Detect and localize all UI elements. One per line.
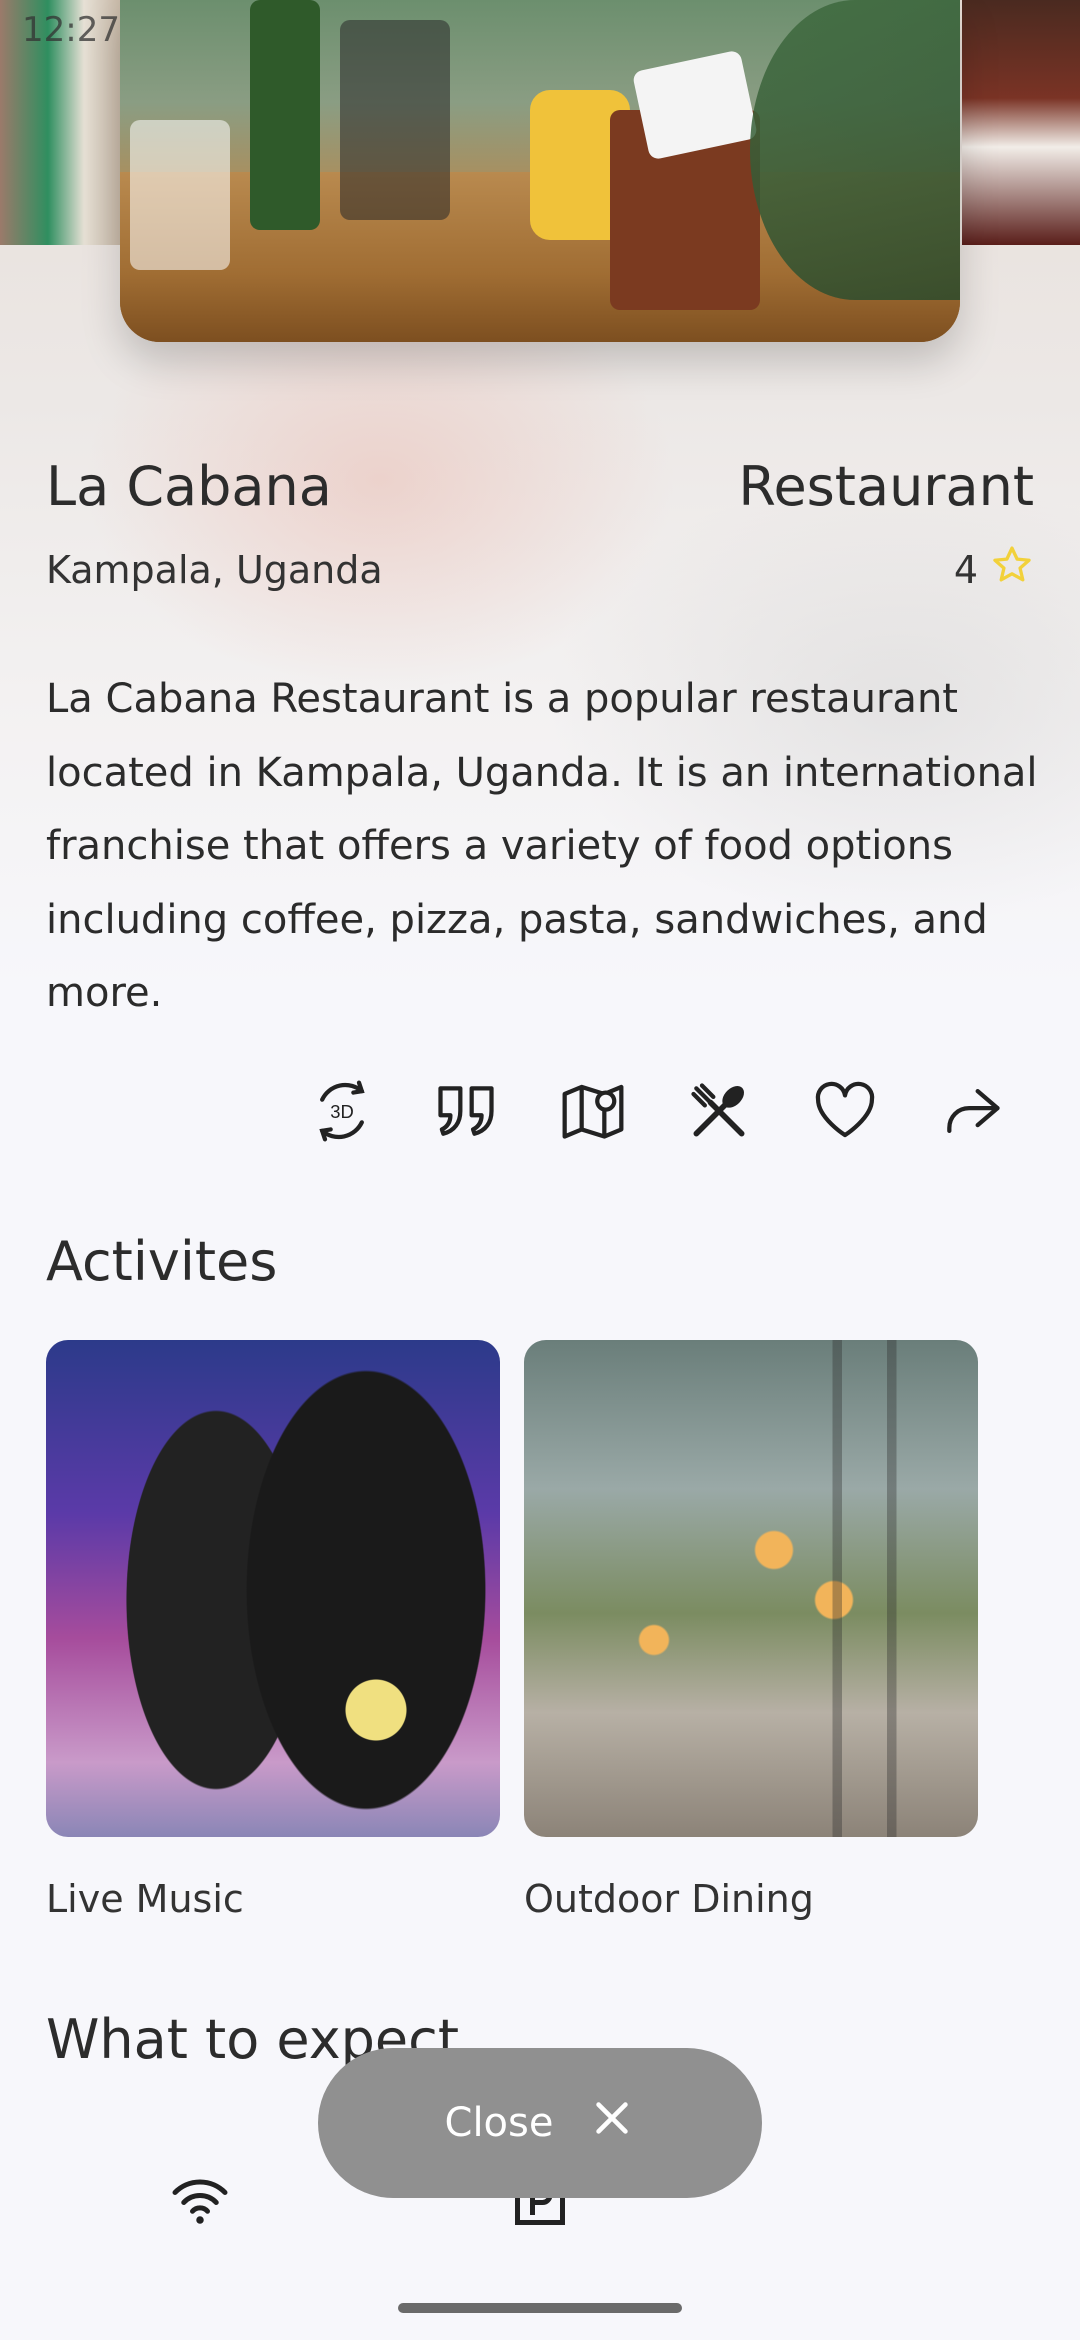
close-button[interactable]: Close (318, 2048, 762, 2198)
activity-label-live-music: Live Music (46, 1877, 244, 1921)
home-indicator[interactable] (398, 2303, 682, 2313)
status-bar-time: 12:27 (22, 10, 120, 50)
activity-card-live-music[interactable] (46, 1340, 500, 1837)
reviews-button[interactable] (428, 1075, 504, 1151)
3d-rotate-icon: 3D (308, 1077, 376, 1149)
venue-category: Restaurant (738, 455, 1034, 518)
venue-name: La Cabana (46, 455, 332, 518)
share-icon (938, 1077, 1006, 1149)
venue-rating: 4 (954, 543, 1034, 596)
favorite-button[interactable] (807, 1075, 883, 1151)
menu-button[interactable] (681, 1075, 757, 1151)
heart-icon (811, 1077, 879, 1149)
gallery-photo-next[interactable] (962, 0, 1080, 245)
close-label: Close (444, 2100, 554, 2146)
star-icon (990, 543, 1034, 596)
activities-heading: Activites (46, 1230, 278, 1293)
venue-location: Kampala, Uganda (46, 548, 383, 592)
action-bar: 3D (0, 1075, 1080, 1151)
activity-card-outdoor-dining[interactable] (524, 1340, 978, 1837)
svg-text:3D: 3D (330, 1101, 354, 1122)
hero-photo[interactable] (120, 0, 960, 342)
map-button[interactable] (555, 1075, 631, 1151)
rating-value: 4 (953, 547, 978, 592)
close-icon (589, 2095, 635, 2151)
wifi-icon (170, 2170, 230, 2230)
activity-label-outdoor-dining: Outdoor Dining (524, 1877, 814, 1921)
share-button[interactable] (934, 1075, 1010, 1151)
map-pin-icon (559, 1077, 627, 1149)
quote-icon (432, 1077, 500, 1149)
3d-view-button[interactable]: 3D (304, 1075, 380, 1151)
venue-description: La Cabana Restaurant is a popular restau… (46, 676, 1038, 1016)
fork-spoon-icon (685, 1077, 753, 1149)
